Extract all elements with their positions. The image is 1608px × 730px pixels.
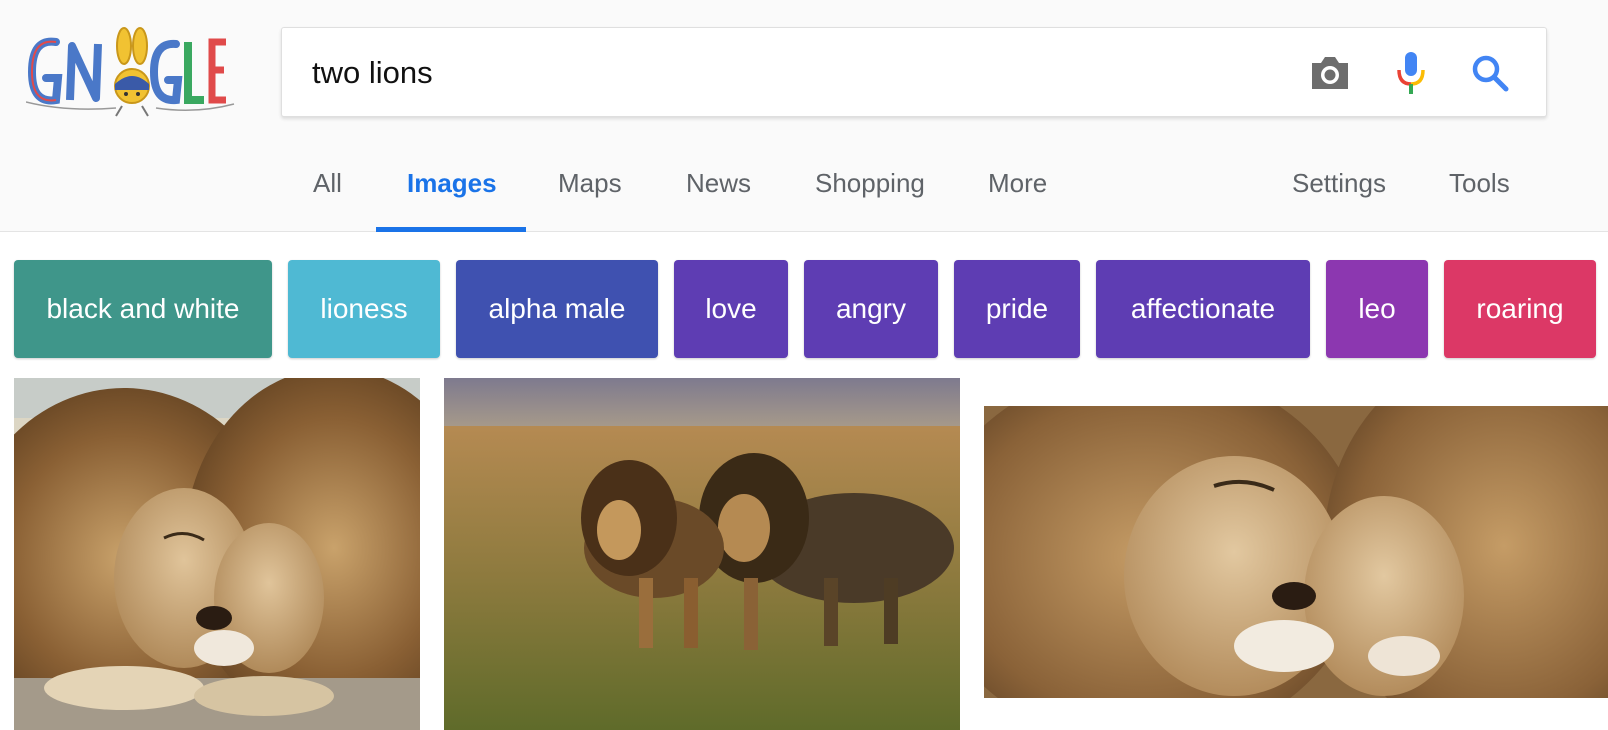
chip-affectionate[interactable]: affectionate bbox=[1096, 260, 1310, 358]
search-header: All Images Maps News Shopping More Setti… bbox=[0, 0, 1608, 232]
image-result-3[interactable] bbox=[984, 406, 1608, 698]
camera-icon[interactable] bbox=[1305, 48, 1355, 98]
chip-black-and-white[interactable]: black and white bbox=[14, 260, 272, 358]
search-input[interactable] bbox=[312, 48, 1252, 98]
chip-roaring[interactable]: roaring bbox=[1444, 260, 1596, 358]
search-icon[interactable] bbox=[1465, 48, 1515, 98]
chip-pride[interactable]: pride bbox=[954, 260, 1080, 358]
chip-leo[interactable]: leo bbox=[1326, 260, 1428, 358]
tab-shopping[interactable]: Shopping bbox=[815, 168, 925, 199]
chip-lioness[interactable]: lioness bbox=[288, 260, 440, 358]
tab-tools[interactable]: Tools bbox=[1449, 168, 1510, 199]
tab-news[interactable]: News bbox=[686, 168, 751, 199]
tab-more[interactable]: More bbox=[988, 168, 1047, 199]
microphone-icon[interactable] bbox=[1386, 48, 1436, 98]
chip-alpha-male[interactable]: alpha male bbox=[456, 260, 658, 358]
chip-angry[interactable]: angry bbox=[804, 260, 938, 358]
tab-all[interactable]: All bbox=[313, 168, 342, 199]
image-result-1[interactable] bbox=[14, 378, 420, 730]
tab-maps[interactable]: Maps bbox=[558, 168, 622, 199]
google-doodle-logo[interactable] bbox=[25, 24, 236, 120]
active-tab-indicator bbox=[376, 227, 526, 232]
image-result-2[interactable] bbox=[444, 378, 960, 730]
search-box bbox=[281, 27, 1547, 117]
chip-love[interactable]: love bbox=[674, 260, 788, 358]
tab-images[interactable]: Images bbox=[407, 168, 497, 199]
tab-settings[interactable]: Settings bbox=[1292, 168, 1386, 199]
